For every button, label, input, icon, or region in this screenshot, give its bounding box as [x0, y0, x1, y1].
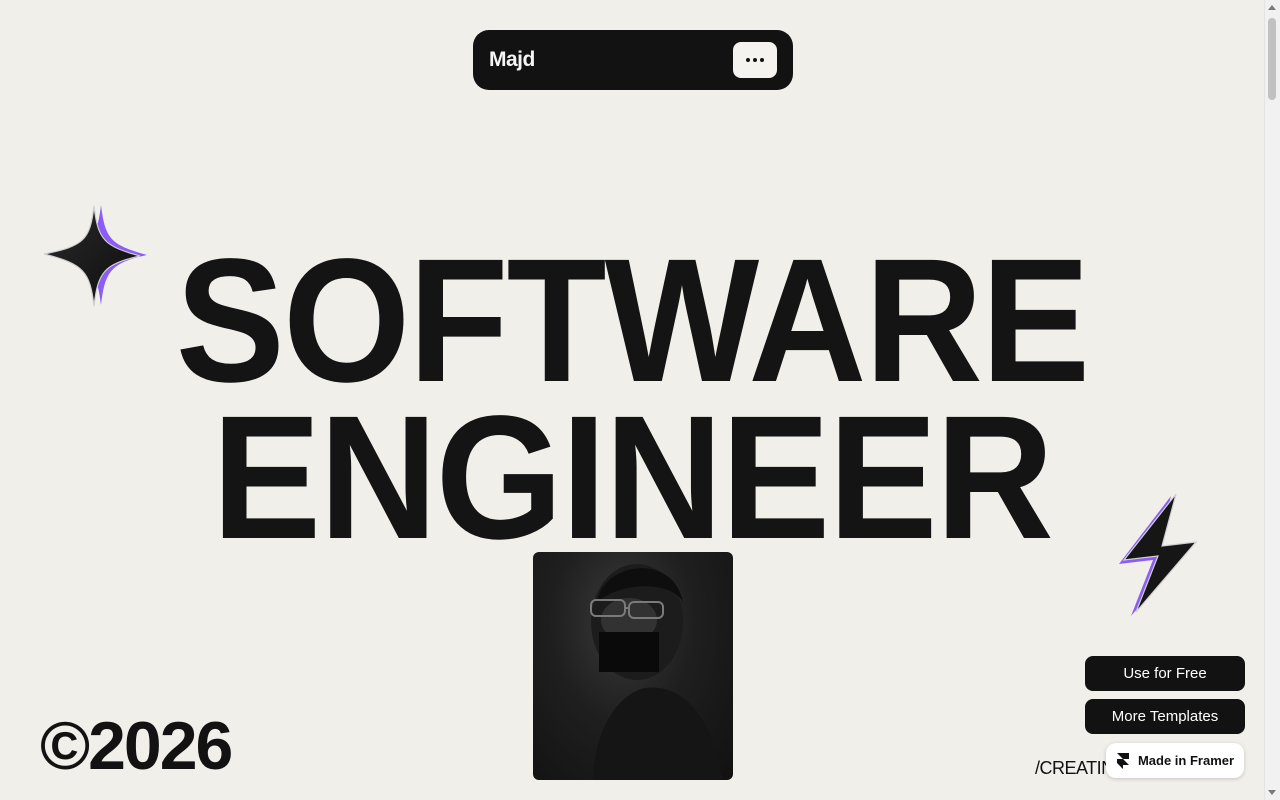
lightning-bolt-icon [1119, 493, 1198, 616]
copyright-year: ©2026 [40, 708, 233, 784]
top-nav: Majd [473, 30, 793, 90]
brand-name[interactable]: Majd [489, 48, 535, 72]
scroll-up-arrow-icon[interactable] [1268, 5, 1276, 10]
vertical-scrollbar[interactable] [1264, 0, 1280, 800]
menu-button[interactable] [733, 42, 777, 78]
scroll-thumb[interactable] [1268, 18, 1276, 100]
more-dots-icon [746, 58, 750, 62]
scroll-down-arrow-icon[interactable] [1268, 790, 1276, 795]
framer-logo-icon [1116, 752, 1129, 769]
hero-title-line-2: ENGINEER [211, 380, 1054, 576]
portrait-photo [533, 552, 733, 780]
tagline-text: /CREATIN [1035, 758, 1114, 778]
framer-badge-label: Made in Framer [1137, 753, 1235, 768]
made-in-framer-badge[interactable]: Made in Framer [1106, 743, 1244, 778]
more-templates-button[interactable]: More Templates [1085, 699, 1245, 734]
use-for-free-button[interactable]: Use for Free [1085, 656, 1245, 691]
